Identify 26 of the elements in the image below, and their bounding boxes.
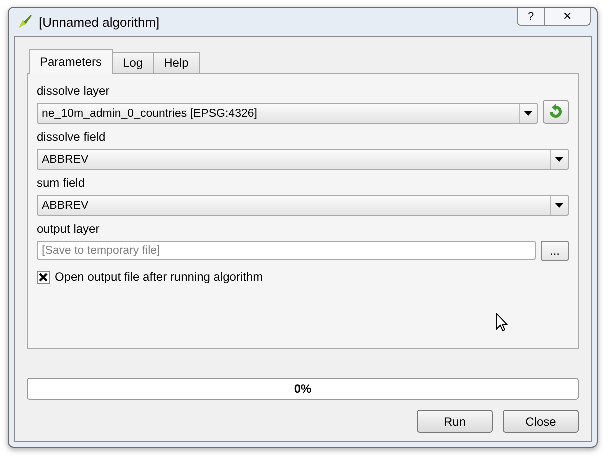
dropdown[interactable]: ABBREV	[37, 149, 569, 170]
field-label: output layer	[37, 222, 100, 236]
field-label: dissolve layer	[37, 84, 110, 98]
field-label: sum field	[37, 176, 86, 190]
checkbox-label: Open output file after running algorithm	[55, 270, 264, 284]
tab[interactable]: Help	[153, 52, 200, 73]
caret-icon	[524, 111, 533, 116]
caret-icon	[555, 157, 564, 162]
cursor-icon	[496, 313, 508, 332]
window-title: [Unnamed algorithm]	[39, 14, 160, 30]
close-dialog-button[interactable]: Close	[503, 410, 579, 433]
browse-button[interactable]: ...	[541, 241, 569, 261]
dropdown[interactable]: ABBREV	[37, 195, 569, 216]
refresh-button[interactable]	[543, 100, 569, 124]
caret-icon	[555, 203, 564, 208]
refresh-icon	[548, 104, 564, 120]
output-field[interactable]: [Save to temporary file]	[37, 241, 536, 260]
checkbox[interactable]	[37, 270, 50, 284]
field-label: dissolve field	[37, 130, 106, 144]
tab[interactable]: Log	[112, 52, 154, 73]
close-button[interactable]: ✕	[545, 8, 591, 26]
help-button[interactable]: ?	[517, 8, 545, 26]
progress-text: 0%	[294, 382, 312, 396]
tab[interactable]: Parameters	[29, 49, 114, 74]
dropdown[interactable]: ne_10m_admin_0_countries [EPSG:4326]	[37, 103, 538, 124]
run-button[interactable]: Run	[417, 410, 493, 433]
